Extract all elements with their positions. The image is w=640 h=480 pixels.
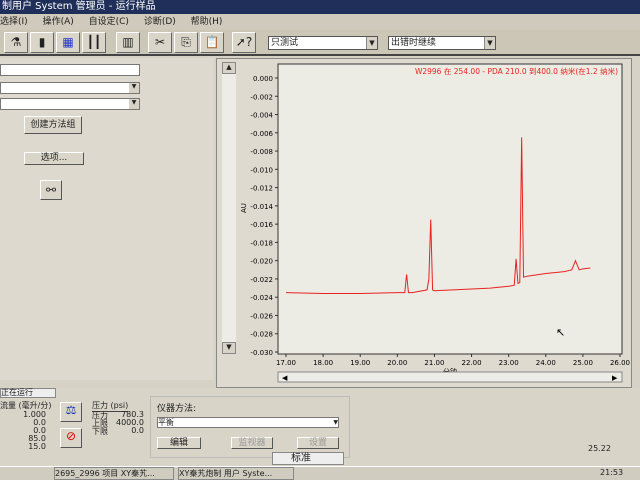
combo-1[interactable]: ▼ <box>0 82 140 94</box>
taskbar: 2695_2996 项目 XY秦艽... XY秦艽炮制 用户 Syste... … <box>0 466 640 480</box>
menu-select[interactable]: 选择(I) <box>0 17 28 27</box>
chevron-down-icon: ▼ <box>484 37 495 49</box>
y-tick-label: -0.006 <box>250 130 273 138</box>
pressure-value: 0.0 <box>131 426 144 435</box>
chevron-down-icon: ▼ <box>129 99 139 109</box>
x-tick-label: 19.00 <box>350 359 370 367</box>
horizontal-scrollbar <box>277 371 623 383</box>
x-tick-label: 20.00 <box>387 359 407 367</box>
chevron-down-icon: ▼ <box>333 419 338 426</box>
scroll-up-icon[interactable]: ▲ <box>222 62 236 74</box>
columns-icon[interactable]: ┃┃ <box>82 32 106 53</box>
text-field[interactable] <box>0 64 140 76</box>
paste-icon[interactable]: 📋 <box>200 32 224 53</box>
combo-2[interactable]: ▼ <box>0 98 140 110</box>
method-select[interactable]: 平衡 ▼ <box>157 417 339 428</box>
pump-off-icon[interactable]: ⊘ <box>60 428 82 448</box>
menu-help[interactable]: 帮助(H) <box>191 17 223 27</box>
tab-running[interactable]: 正在运行 <box>0 388 56 398</box>
y-tick-label: -0.028 <box>250 331 273 339</box>
y-tick-label: -0.024 <box>250 294 273 302</box>
y-tick-label: 0.000 <box>253 75 273 83</box>
y-tick-label: -0.002 <box>250 93 273 101</box>
vertical-scrollbar[interactable]: ▲ ▼ <box>222 62 236 354</box>
y-tick-label: -0.012 <box>250 185 273 193</box>
mode-select[interactable]: 只测试 ▼ <box>268 36 378 50</box>
inject-icon[interactable]: ⚗ <box>4 32 28 53</box>
x-tick-label: 22.00 <box>462 359 482 367</box>
edit-button[interactable]: 编辑 <box>157 437 201 449</box>
mode-select-value: 只测试 <box>271 38 299 48</box>
clock: 21:53 <box>600 468 624 477</box>
scroll-down-icon[interactable]: ▼ <box>222 342 236 354</box>
run-select-value: 出错时继续 <box>391 38 437 48</box>
run-select[interactable]: 出错时继续 ▼ <box>388 36 496 50</box>
pump-on-icon[interactable]: ⚖ <box>60 402 82 422</box>
plate-icon[interactable]: ▦ <box>56 32 80 53</box>
y-tick-label: -0.008 <box>250 148 273 156</box>
x-tick-label: 17.00 <box>276 359 296 367</box>
vials-icon[interactable]: ▮ <box>30 32 54 53</box>
left-panel: ▼ ▼ 创建方法组 选项... ⚯ <box>0 58 214 380</box>
y-tick-label: -0.030 <box>250 349 273 357</box>
setup-button[interactable]: 设置 <box>297 437 339 449</box>
cut-icon[interactable]: ✂ <box>148 32 172 53</box>
y-tick-label: -0.014 <box>250 203 273 211</box>
x-tick-label: 21.00 <box>424 359 444 367</box>
y-tick-label: -0.020 <box>250 258 273 266</box>
menu-action[interactable]: 操作(A) <box>43 17 74 27</box>
x-tick-label: 25.00 <box>573 359 593 367</box>
y-tick-label: -0.010 <box>250 166 273 174</box>
x-tick-label: 24.00 <box>536 359 556 367</box>
plot-area <box>277 63 623 355</box>
chevron-down-icon: ▼ <box>129 83 139 93</box>
y-tick-label: -0.016 <box>250 221 273 229</box>
toolbar: ⚗ ▮ ▦ ┃┃ ▥ ✂ ⎘ 📋 ➚? 只测试 ▼ 出错时继续 ▼ <box>0 30 640 56</box>
chart-icon[interactable]: ▥ <box>116 32 140 53</box>
chromatogram-chart: 0.000 -0.002 -0.004 -0.006 -0.008 -0.010 -0.01… <box>240 63 630 383</box>
y-axis-label: AU <box>240 203 248 213</box>
status-indicator: 标准 <box>272 452 344 465</box>
menu-customize[interactable]: 自设定(C) <box>89 17 129 27</box>
menu-diagnose[interactable]: 诊断(D) <box>144 17 176 27</box>
y-tick-label: -0.018 <box>250 239 273 247</box>
flow-value: 15.0 <box>28 442 46 451</box>
bottom-panel: 正在运行 流量 (毫升/分) 1.000 0.0 0.0 85.0 15.0 ⚖ ⊘ 压… <box>0 388 640 470</box>
method-select-value: 平衡 <box>158 418 174 427</box>
menu-bar: 选择(I) 操作(A) 自设定(C) 诊断(D) 帮助(H) <box>0 14 640 30</box>
tray-time: 25.22 <box>588 444 611 453</box>
y-tick-label: -0.004 <box>250 112 273 120</box>
scroll-left-icon: ◀ <box>282 374 288 382</box>
help-icon[interactable]: ➚? <box>232 32 256 53</box>
method-label: 仪器方法: <box>157 404 197 414</box>
link-icon[interactable]: ⚯ <box>40 180 62 200</box>
chart-title: W2996 在 254.00 - PDA 210.0 到400.0 纳米(在1.… <box>415 66 618 76</box>
x-tick-label: 23.00 <box>499 359 519 367</box>
title-bar: 制用户 System 管理员 - 运行样品 <box>0 0 640 14</box>
copy-icon[interactable]: ⎘ <box>174 32 198 53</box>
chevron-down-icon: ▼ <box>366 37 377 49</box>
x-tick-label: 18.00 <box>313 359 333 367</box>
y-tick-label: -0.026 <box>250 312 273 320</box>
monitor-button[interactable]: 监视器 <box>231 437 273 449</box>
y-tick-label: -0.022 <box>250 276 273 284</box>
create-method-group-button[interactable]: 创建方法组 <box>24 116 82 134</box>
method-group: 仪器方法: 平衡 ▼ 编辑 监视器 设置 <box>150 396 350 458</box>
status-text: 标准 <box>291 453 311 464</box>
mouse-cursor-icon: ↖ <box>556 326 565 339</box>
x-tick-label: 26.00 <box>610 359 630 367</box>
taskbar-item-project[interactable]: 2695_2996 项目 XY秦艽... <box>54 467 174 480</box>
taskbar-item-user[interactable]: XY秦艽炮制 用户 Syste... <box>178 467 294 480</box>
scroll-right-icon: ▶ <box>612 374 618 382</box>
options-button[interactable]: 选项... <box>24 152 84 165</box>
